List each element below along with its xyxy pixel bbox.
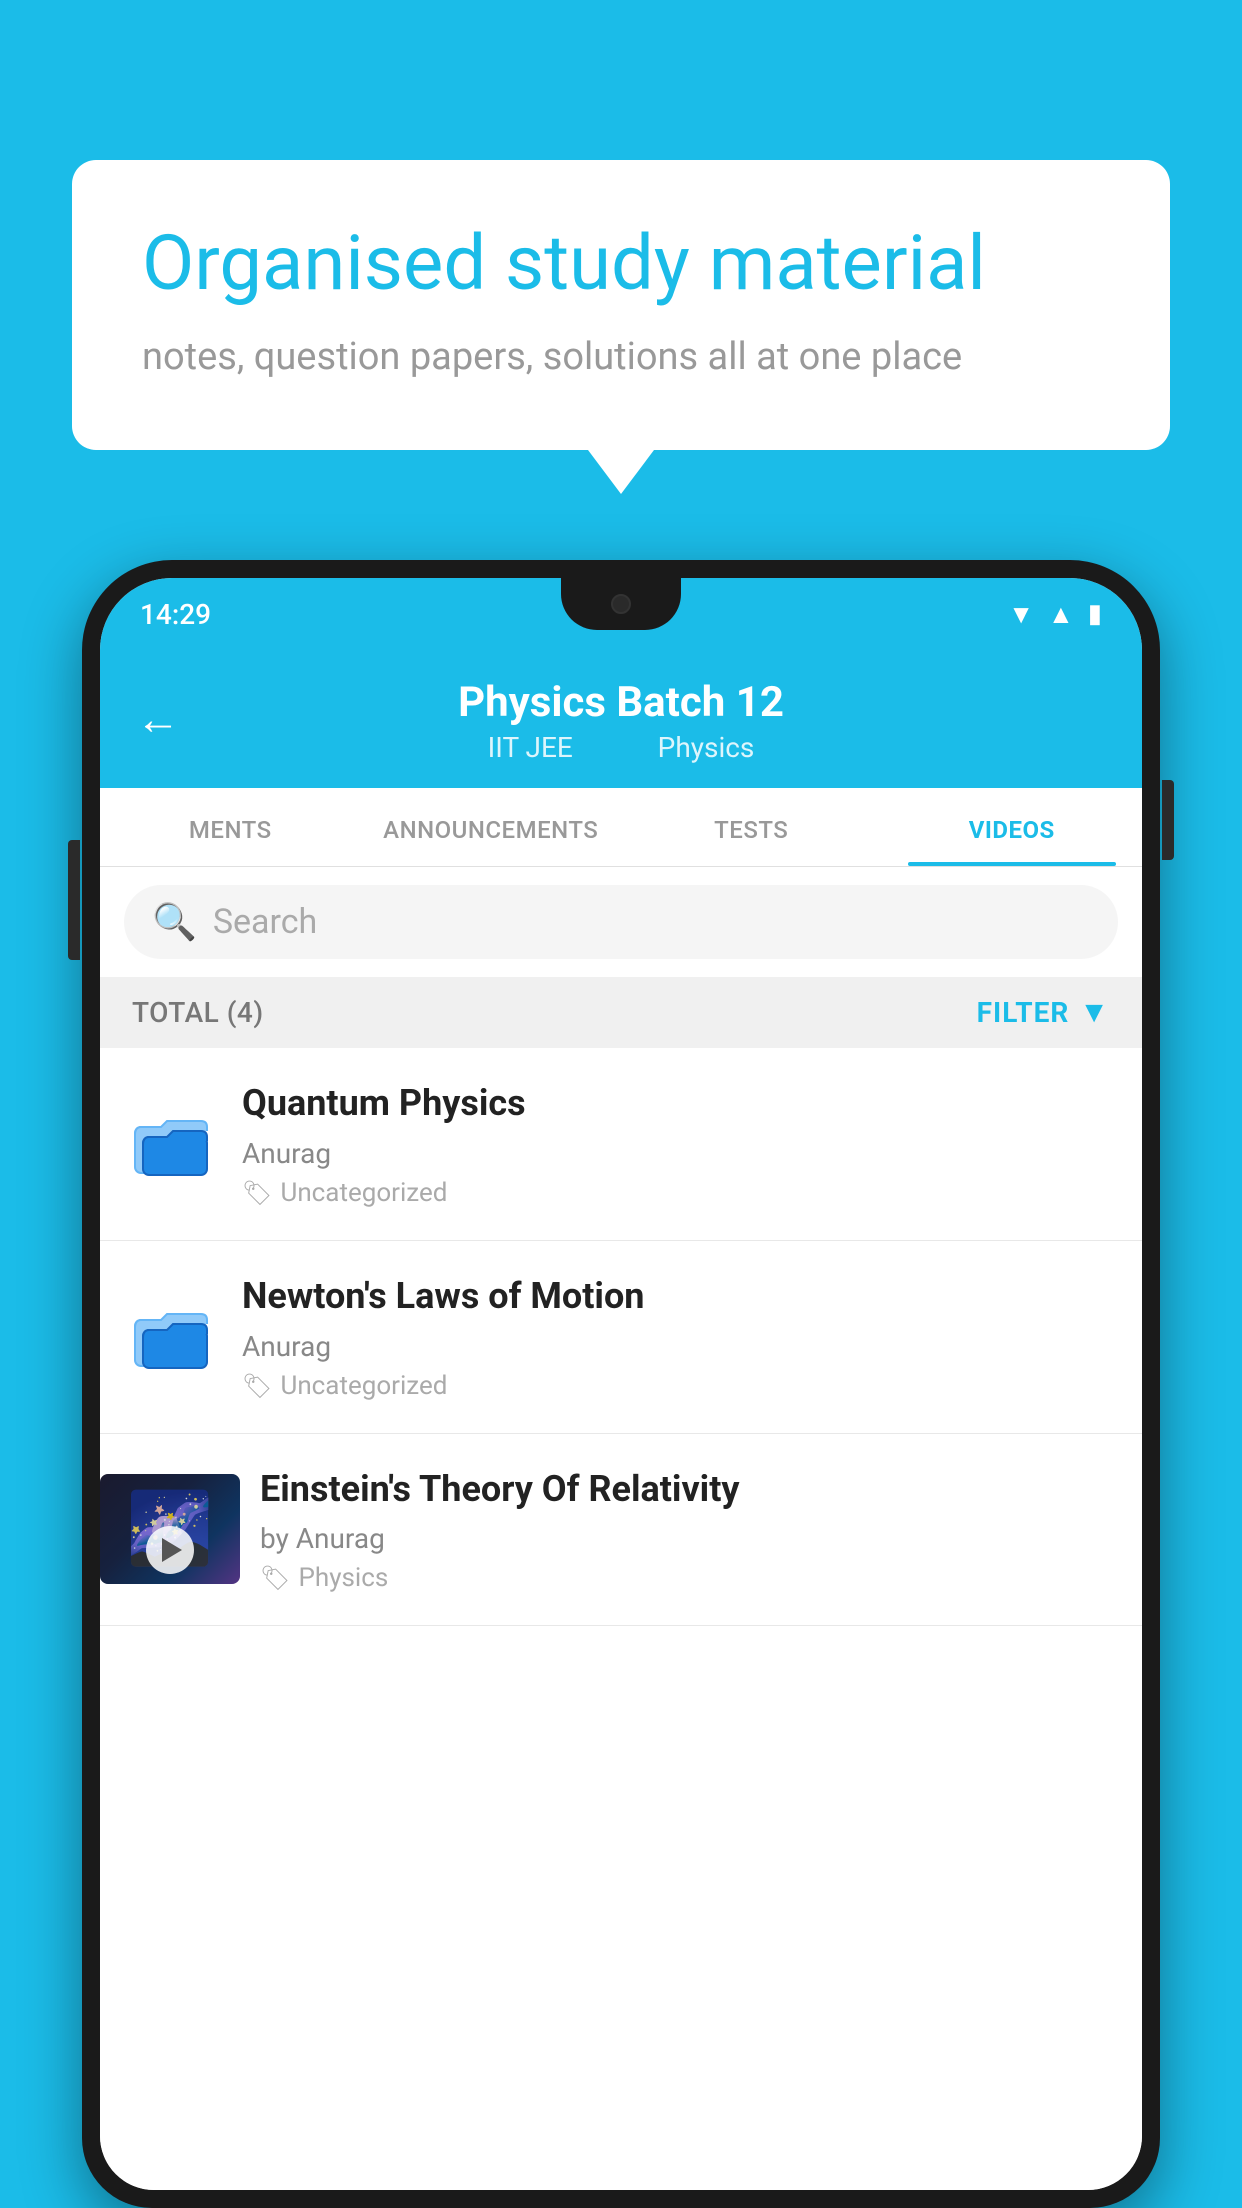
filter-button[interactable]: FILTER ▼ bbox=[977, 995, 1110, 1030]
folder-icon bbox=[128, 1099, 218, 1189]
video-title: Quantum Physics bbox=[242, 1080, 1114, 1127]
tab-announcements[interactable]: ANNOUNCEMENTS bbox=[361, 788, 622, 866]
search-placeholder: Search bbox=[213, 902, 317, 942]
video-tag: 🏷 Uncategorized bbox=[242, 1178, 1114, 1208]
video-info: Quantum Physics Anurag 🏷 Uncategorized bbox=[242, 1080, 1114, 1208]
search-container: 🔍 Search bbox=[100, 867, 1142, 977]
video-title: Einstein's Theory Of Relativity bbox=[260, 1466, 1114, 1513]
speech-bubble: Organised study material notes, question… bbox=[72, 160, 1170, 450]
video-thumbnail bbox=[100, 1474, 240, 1584]
bubble-subtitle: notes, question papers, solutions all at… bbox=[142, 331, 1100, 384]
header-subtitle-sep bbox=[612, 731, 626, 764]
speech-bubble-container: Organised study material notes, question… bbox=[72, 160, 1170, 450]
video-author: Anurag bbox=[242, 1330, 1114, 1363]
play-button[interactable] bbox=[146, 1526, 194, 1574]
video-author: Anurag bbox=[242, 1137, 1114, 1170]
filter-bar: TOTAL (4) FILTER ▼ bbox=[100, 977, 1142, 1048]
camera-dot bbox=[611, 594, 631, 614]
video-list: Quantum Physics Anurag 🏷 Uncategorized bbox=[100, 1048, 1142, 2190]
tab-tests[interactable]: TESTS bbox=[621, 788, 882, 866]
tag-icon: 🏷 bbox=[242, 1372, 272, 1400]
search-bar[interactable]: 🔍 Search bbox=[124, 885, 1118, 959]
tag-icon: 🏷 bbox=[242, 1179, 272, 1207]
wifi-icon: ▼ bbox=[1008, 599, 1034, 630]
list-item[interactable]: Einstein's Theory Of Relativity by Anura… bbox=[100, 1434, 1142, 1627]
video-title: Newton's Laws of Motion bbox=[242, 1273, 1114, 1320]
notch bbox=[561, 578, 681, 630]
tag-icon: 🏷 bbox=[260, 1564, 290, 1592]
tabs-container: MENTS ANNOUNCEMENTS TESTS VIDEOS bbox=[100, 788, 1142, 867]
tab-ments[interactable]: MENTS bbox=[100, 788, 361, 866]
phone-outer: 14:29 ▼ ▲ ▮ ← Physics Batch 12 IIT JEE P… bbox=[82, 560, 1160, 2208]
tab-videos[interactable]: VIDEOS bbox=[882, 788, 1143, 866]
tag-label: Uncategorized bbox=[280, 1178, 447, 1208]
list-item[interactable]: Quantum Physics Anurag 🏷 Uncategorized bbox=[100, 1048, 1142, 1241]
app-content: ← Physics Batch 12 IIT JEE Physics MENTS… bbox=[100, 650, 1142, 2190]
total-count: TOTAL (4) bbox=[132, 996, 264, 1029]
folder-icon bbox=[128, 1292, 218, 1382]
list-item[interactable]: Newton's Laws of Motion Anurag 🏷 Uncateg… bbox=[100, 1241, 1142, 1434]
bubble-title: Organised study material bbox=[142, 220, 1100, 307]
video-tag: 🏷 Physics bbox=[260, 1563, 1114, 1593]
phone-inner: 14:29 ▼ ▲ ▮ ← Physics Batch 12 IIT JEE P… bbox=[100, 578, 1142, 2190]
filter-label: FILTER bbox=[977, 996, 1070, 1029]
search-icon: 🔍 bbox=[152, 901, 197, 943]
video-tag: 🏷 Uncategorized bbox=[242, 1371, 1114, 1401]
tag-label: Uncategorized bbox=[280, 1371, 447, 1401]
header-subtitle-iitjee: IIT JEE bbox=[488, 731, 573, 764]
video-author: by Anurag bbox=[260, 1522, 1114, 1555]
back-button[interactable]: ← bbox=[136, 697, 180, 741]
video-info: Einstein's Theory Of Relativity by Anura… bbox=[260, 1466, 1114, 1594]
video-info: Newton's Laws of Motion Anurag 🏷 Uncateg… bbox=[242, 1273, 1114, 1401]
phone-mockup: 14:29 ▼ ▲ ▮ ← Physics Batch 12 IIT JEE P… bbox=[82, 560, 1160, 2208]
header-subtitle-physics: Physics bbox=[658, 731, 755, 764]
app-header: ← Physics Batch 12 IIT JEE Physics bbox=[100, 650, 1142, 788]
signal-icon: ▲ bbox=[1048, 599, 1074, 630]
status-time: 14:29 bbox=[140, 598, 211, 631]
tag-label: Physics bbox=[298, 1563, 388, 1593]
battery-icon: ▮ bbox=[1088, 599, 1102, 629]
status-icons: ▼ ▲ ▮ bbox=[1008, 599, 1102, 630]
play-icon bbox=[162, 1538, 182, 1562]
status-bar: 14:29 ▼ ▲ ▮ bbox=[100, 578, 1142, 650]
header-subtitle: IIT JEE Physics bbox=[472, 731, 771, 764]
header-title: Physics Batch 12 bbox=[458, 678, 784, 727]
filter-icon: ▼ bbox=[1079, 995, 1110, 1030]
